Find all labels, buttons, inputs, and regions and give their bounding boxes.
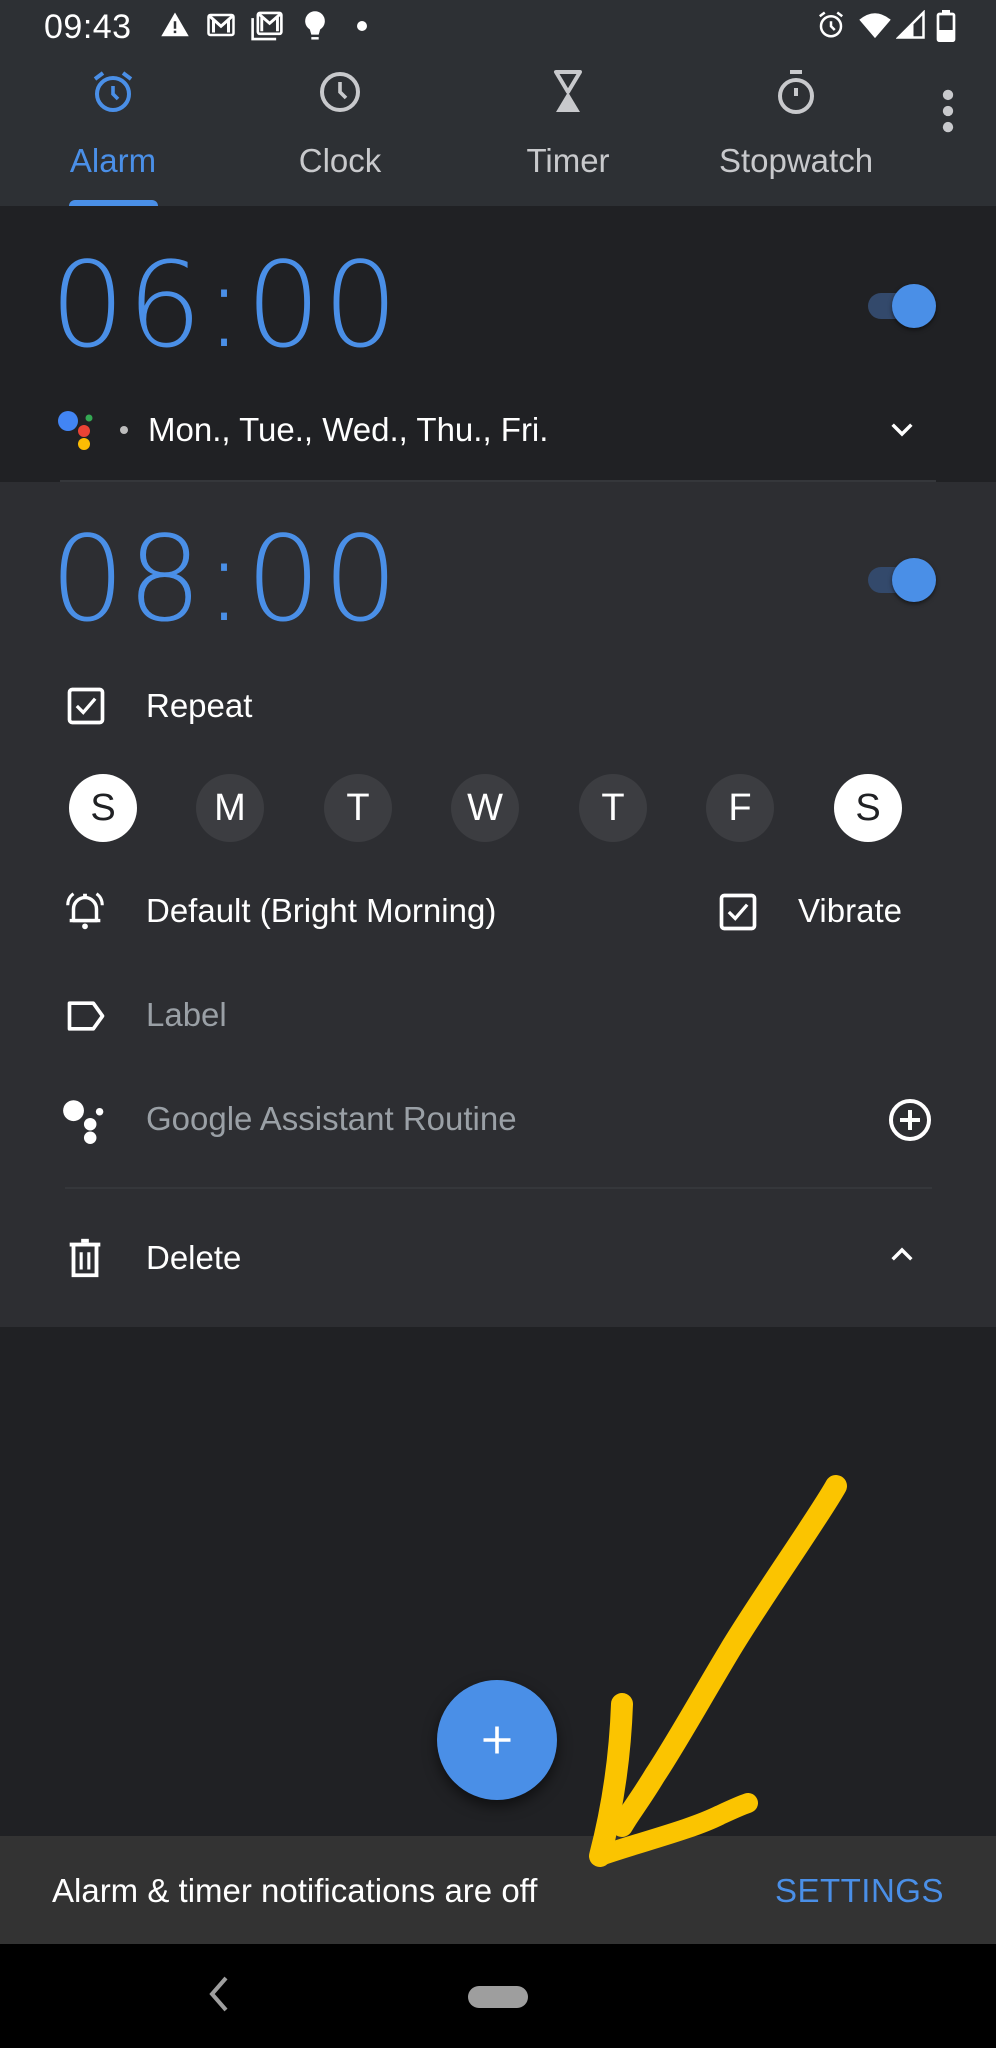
snackbar: Alarm & timer notifications are off SETT…	[0, 1836, 996, 1944]
delete-button[interactable]: Delete	[146, 1239, 241, 1277]
day-saturday[interactable]: S	[834, 774, 902, 842]
dot-icon	[357, 21, 367, 31]
day-sunday[interactable]: S	[69, 774, 137, 842]
day-tuesday[interactable]: T	[324, 774, 392, 842]
toggle-thumb	[892, 284, 936, 328]
alarm-icon	[93, 71, 133, 112]
app-header: 09:43 Alarm Clock Timer Stopwatch	[0, 0, 996, 206]
gmail-stack-icon	[251, 11, 283, 41]
warning-icon	[161, 12, 189, 37]
vibrate-checkbox[interactable]	[716, 890, 760, 934]
status-time: 09:43	[44, 8, 132, 46]
clock-icon	[320, 72, 360, 112]
alarm-time[interactable]: 06:00	[50, 236, 400, 374]
add-circle-icon[interactable]	[886, 1096, 934, 1144]
day-monday[interactable]: M	[196, 774, 264, 842]
tab-label: Alarm	[69, 142, 157, 179]
battery-icon	[936, 10, 956, 42]
tab-label: Timer	[526, 142, 610, 179]
snackbar-settings-button[interactable]: SETTINGS	[775, 1872, 944, 1910]
chevron-down-icon[interactable]	[886, 414, 918, 446]
day-thursday[interactable]: T	[579, 774, 647, 842]
hourglass-icon	[554, 70, 582, 112]
tab-timer[interactable]: Timer	[468, 60, 668, 206]
day-friday[interactable]: F	[706, 774, 774, 842]
lightbulb-icon	[305, 11, 325, 40]
plus-icon	[483, 1726, 511, 1754]
toggle-thumb	[892, 558, 936, 602]
gmail-icon	[207, 13, 235, 37]
tab-label: Clock	[298, 142, 382, 179]
alarm-time[interactable]: 08:00	[50, 510, 400, 648]
more-options-icon[interactable]	[930, 88, 966, 134]
google-assistant-icon	[63, 1100, 104, 1144]
back-icon[interactable]	[206, 1974, 230, 2014]
tab-clock[interactable]: Clock	[240, 60, 440, 206]
alarm-toggle[interactable]	[868, 549, 938, 609]
signal-icon	[896, 10, 925, 39]
ringtone-label[interactable]: Default (Bright Morning)	[146, 892, 496, 930]
google-assistant-icon	[58, 411, 93, 450]
tab-stopwatch[interactable]: Stopwatch	[696, 60, 896, 206]
tab-alarm[interactable]: Alarm	[13, 60, 213, 206]
tab-label: Stopwatch	[718, 142, 874, 179]
divider	[65, 1187, 932, 1189]
arrow-shaft	[611, 1475, 847, 1837]
repeat-label[interactable]: Repeat	[146, 687, 252, 725]
snackbar-message: Alarm & timer notifications are off	[52, 1872, 538, 1909]
label-tag-icon	[67, 1001, 105, 1031]
system-nav-bar	[0, 1944, 996, 2048]
label-field[interactable]: Label	[146, 996, 227, 1034]
vibrate-label[interactable]: Vibrate	[798, 892, 902, 930]
trash-icon	[69, 1238, 101, 1278]
alarm-card-collapsed[interactable]: 06:00 Mon., Tue., Wed., Thu., Fri.	[0, 206, 996, 482]
assistant-routine-label[interactable]: Google Assistant Routine	[146, 1100, 517, 1138]
ringtone-bell-icon	[66, 892, 104, 930]
alarm-toggle[interactable]	[868, 275, 938, 335]
alarm-status-icon	[819, 11, 843, 38]
wifi-icon	[859, 13, 891, 39]
repeat-checkbox[interactable]	[64, 684, 108, 728]
separator-dot-icon	[120, 426, 128, 434]
add-alarm-button[interactable]	[437, 1680, 557, 1800]
chevron-up-icon[interactable]	[886, 1238, 918, 1270]
home-pill[interactable]	[468, 1986, 528, 2008]
alarm-days-summary: Mon., Tue., Wed., Thu., Fri.	[148, 411, 549, 448]
stopwatch-icon	[778, 70, 814, 114]
arrow-head-left	[589, 1693, 633, 1867]
day-wednesday[interactable]: W	[451, 774, 519, 842]
alarm-card-expanded: 08:00 Repeat S M T W T F S Default (Brig…	[0, 482, 996, 1327]
